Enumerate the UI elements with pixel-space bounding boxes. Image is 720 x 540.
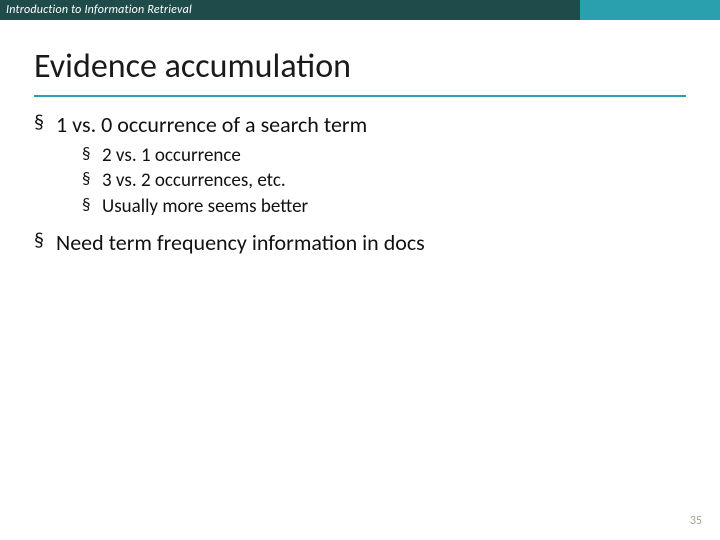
bullet-text: Need term frequency information in docs bbox=[56, 229, 425, 256]
slide-title: Evidence accumulation bbox=[34, 46, 686, 91]
header-accent-segment bbox=[580, 0, 720, 20]
list-item: 2 vs. 1 occurrence bbox=[82, 143, 686, 169]
sub-bullet-list: 2 vs. 1 occurrence 3 vs. 2 occurrences, … bbox=[82, 143, 686, 220]
course-title: Introduction to Information Retrieval bbox=[0, 3, 192, 17]
page-number: 35 bbox=[690, 514, 702, 528]
title-block: Evidence accumulation bbox=[34, 46, 686, 97]
bullet-text: 2 vs. 1 occurrence bbox=[102, 144, 241, 167]
list-item: Usually more seems better bbox=[82, 194, 686, 220]
list-item: 3 vs. 2 occurrences, etc. bbox=[82, 168, 686, 194]
bullet-text: 3 vs. 2 occurrences, etc. bbox=[102, 169, 286, 192]
title-underline bbox=[34, 95, 686, 97]
list-item: Need term frequency information in docs bbox=[34, 229, 686, 257]
bullet-text: Usually more seems better bbox=[102, 195, 308, 218]
bullet-list: 1 vs. 0 occurrence of a search term 2 vs… bbox=[34, 111, 686, 257]
header-dark-segment: Introduction to Information Retrieval bbox=[0, 0, 580, 20]
bullet-text: 1 vs. 0 occurrence of a search term bbox=[56, 111, 367, 138]
slide-body: 1 vs. 0 occurrence of a search term 2 vs… bbox=[34, 111, 686, 257]
list-item: 1 vs. 0 occurrence of a search term 2 vs… bbox=[34, 111, 686, 219]
header-bar: Introduction to Information Retrieval bbox=[0, 0, 720, 20]
